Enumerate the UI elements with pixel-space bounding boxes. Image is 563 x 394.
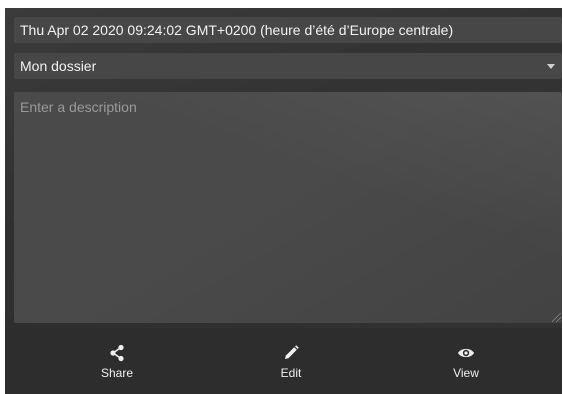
view-button[interactable]: View bbox=[416, 328, 516, 394]
dropdown-caret-icon[interactable] bbox=[547, 64, 555, 69]
view-label: View bbox=[453, 366, 479, 380]
title-field[interactable]: Thu Apr 02 2020 09:24:02 GMT+0200 (heure… bbox=[14, 17, 562, 43]
folder-select-value: Mon dossier bbox=[20, 58, 97, 74]
folder-select[interactable]: Mon dossier bbox=[14, 53, 562, 79]
share-button[interactable]: Share bbox=[67, 328, 167, 394]
share-icon bbox=[110, 344, 124, 362]
description-placeholder: Enter a description bbox=[20, 99, 137, 115]
bottom-toolbar: Share Edit View bbox=[5, 328, 562, 394]
description-textarea[interactable]: Enter a description bbox=[14, 92, 562, 323]
share-label: Share bbox=[100, 366, 134, 380]
eye-icon bbox=[458, 348, 474, 358]
edit-button[interactable]: Edit bbox=[241, 328, 341, 394]
resize-grip-icon[interactable] bbox=[552, 313, 561, 322]
note-editor-panel: Thu Apr 02 2020 09:24:02 GMT+0200 (heure… bbox=[5, 8, 562, 394]
edit-label: Edit bbox=[280, 366, 302, 380]
pencil-icon bbox=[285, 345, 299, 359]
